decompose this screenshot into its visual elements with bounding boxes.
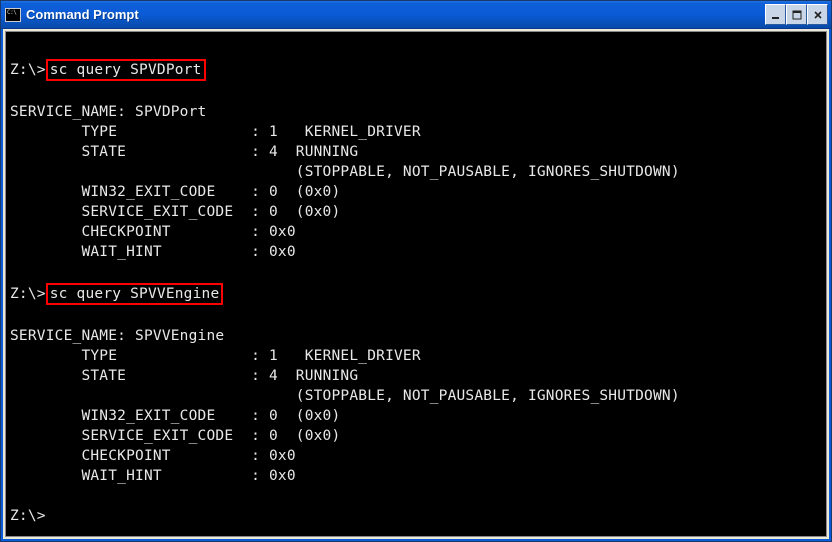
win32-exit-code: 0 (0x0) [269,184,340,200]
command-text: sc query SPVVEngine [50,286,220,302]
type-num: 1 [269,348,278,364]
titlebar[interactable]: Command Prompt [1,1,831,29]
type-label: KERNEL_DRIVER [305,348,421,364]
state-num: 4 [269,144,278,160]
command-highlight: sc query SPVDPort [46,59,206,81]
minimize-button[interactable] [765,4,786,25]
type-num: 1 [269,124,278,140]
state-label: RUNNING [296,144,359,160]
wait-hint: 0x0 [269,244,296,260]
state-label: RUNNING [296,368,359,384]
type-label: KERNEL_DRIVER [305,124,421,140]
maximize-button[interactable] [786,4,807,25]
console-output[interactable]: Z:\>sc query SPVDPort SERVICE_NAME: SPVD… [5,31,827,537]
prompt: Z:\> [10,508,46,524]
minimize-icon [771,10,781,20]
command-text: sc query SPVDPort [50,62,202,78]
close-button[interactable] [807,4,828,25]
win32-exit-code: 0 (0x0) [269,408,340,424]
command-highlight: sc query SPVVEngine [46,283,224,305]
service-exit-code: 0 (0x0) [269,204,340,220]
state-num: 4 [269,368,278,384]
window-frame: Command Prompt Z:\>sc query SPVDPort SER… [0,0,832,542]
prompt: Z:\> [10,286,46,302]
prompt: Z:\> [10,62,46,78]
service-exit-code: 0 (0x0) [269,428,340,444]
state-flags: (STOPPABLE, NOT_PAUSABLE, IGNORES_SHUTDO… [296,164,680,180]
maximize-icon [792,10,802,20]
wait-hint: 0x0 [269,468,296,484]
system-menu-icon[interactable] [5,8,21,22]
client-area: Z:\>sc query SPVDPort SERVICE_NAME: SPVD… [1,29,831,541]
window-title: Command Prompt [26,7,765,22]
service-name-value: SPVVEngine [135,328,224,344]
state-flags: (STOPPABLE, NOT_PAUSABLE, IGNORES_SHUTDO… [296,388,680,404]
checkpoint: 0x0 [269,224,296,240]
checkpoint: 0x0 [269,448,296,464]
service-name-value: SPVDPort [135,104,206,120]
window-buttons [765,4,828,25]
close-icon [813,10,823,20]
